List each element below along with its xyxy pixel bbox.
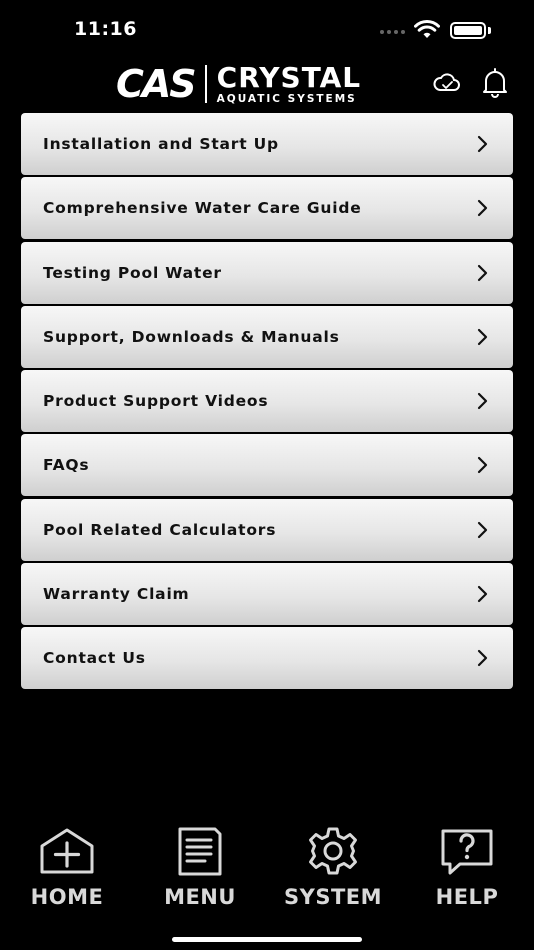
bottom-nav: HOME MENU SYSTEM HELP [0,826,534,916]
chevron-right-icon [477,585,488,603]
chevron-right-icon [477,135,488,153]
nav-menu-button[interactable]: MENU [145,826,255,916]
menu-item-warranty-claim[interactable]: Warranty Claim [21,563,513,626]
logo-divider [204,65,207,103]
status-time: 11:16 [74,18,137,40]
menu-item-label: Support, Downloads & Manuals [43,327,340,346]
menu-item-label: Product Support Videos [43,392,269,411]
nav-system-label: SYSTEM [283,885,383,909]
menu-item-testing-pool-water[interactable]: Testing Pool Water [21,241,513,304]
menu-item-label: Comprehensive Water Care Guide [43,199,362,218]
battery-tip [488,27,491,34]
chevron-right-icon [477,521,488,538]
cloud-sync-icon[interactable] [432,68,462,98]
wifi-icon [414,20,440,38]
menu-item-contact-us[interactable]: Contact Us [21,627,513,690]
menu-item-support-videos[interactable]: Product Support Videos [21,370,513,433]
menu-item-label: Testing Pool Water [43,263,222,282]
nav-menu-label: MENU [164,885,236,909]
chevron-right-icon [477,328,488,345]
menu-item-support-downloads[interactable]: Support, Downloads & Manuals [21,305,513,368]
status-bar: 11:16 [0,0,534,56]
nav-home-button[interactable]: HOME [12,826,122,916]
gear-icon [309,827,357,875]
home-plus-icon [40,828,94,874]
menu-item-label: Pool Related Calculators [43,520,277,539]
menu-item-faqs[interactable]: FAQs [21,434,513,497]
nav-help-button[interactable]: HELP [412,826,522,916]
bell-icon[interactable] [480,66,510,98]
logo-line2: AQUATIC SYSTEMS [216,92,357,105]
chevron-right-icon [477,264,488,281]
nav-system-button[interactable]: SYSTEM [278,826,388,916]
chevron-right-icon [477,457,488,474]
logo-line1: CRYSTAL [216,60,362,94]
crystal-aquatic-systems-logo: CAS CRYSTAL AQUATIC SYSTEMS [116,62,361,106]
cellular-signal-icon [380,30,405,34]
menu-item-water-care-guide[interactable]: Comprehensive Water Care Guide [21,177,513,240]
logo-wordmark: CRYSTAL AQUATIC SYSTEMS [216,60,362,105]
menu-item-label: Installation and Start Up [43,135,279,153]
menu-item-label: Contact Us [43,649,146,668]
menu-item-calculators[interactable]: Pool Related Calculators [21,498,513,561]
document-list-icon [178,827,222,876]
battery-icon [450,22,486,39]
nav-help-label: HELP [435,885,499,909]
menu-item-label: FAQs [43,456,90,475]
chevron-right-icon [477,200,488,217]
menu-item-label: Warranty Claim [43,585,190,604]
help-speech-bubble-icon [441,829,493,875]
menu-item-installation[interactable]: Installation and Start Up [21,113,513,175]
home-indicator[interactable] [172,937,362,942]
chevron-right-icon [477,393,488,410]
app-header: CAS CRYSTAL AQUATIC SYSTEMS [0,56,534,112]
menu-list: Installation and Start Up Comprehensive … [21,113,513,692]
chevron-right-icon [477,650,488,667]
nav-home-label: HOME [30,885,104,909]
logo-mark: CAS [116,62,197,106]
